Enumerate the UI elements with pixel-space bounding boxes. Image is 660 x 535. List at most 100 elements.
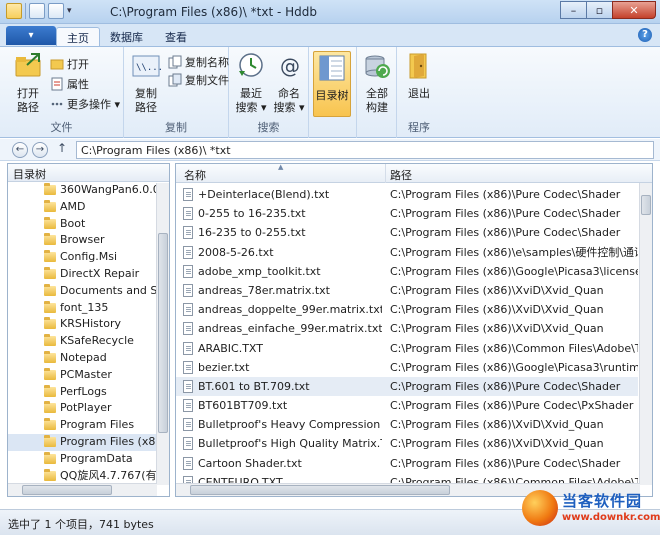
named-search-label: 命名 搜索 ▾	[273, 87, 305, 114]
list-scroll-thumb[interactable]	[641, 195, 651, 215]
help-icon[interactable]: ?	[638, 28, 652, 42]
file-row[interactable]: Bulletproof's Heavy Compression ... C:\Pr…	[176, 415, 638, 434]
tree-horizontal-scrollbar[interactable]	[8, 483, 157, 496]
tree-item[interactable]: KSafeRecycle	[8, 333, 169, 350]
watermark-name: 当客软件园	[562, 492, 643, 510]
tree-item[interactable]: PCMaster	[8, 367, 169, 384]
tree-item[interactable]: PerfLogs	[8, 384, 169, 401]
file-path: C:\Program Files (x86)\Common Files\Adob…	[390, 341, 638, 355]
tree-vertical-scrollbar[interactable]	[156, 183, 169, 485]
tree-item[interactable]: PotPlayer	[8, 400, 169, 417]
close-button[interactable]: ✕	[612, 1, 656, 19]
tab-home[interactable]: 主页	[56, 27, 100, 46]
file-row[interactable]: 0-255 to 16-235.txt C:\Program Files (x86…	[176, 204, 638, 223]
tree-item[interactable]: font_135	[8, 300, 169, 317]
copy-path-button[interactable]: \\... 复制 路径	[128, 51, 164, 115]
qat-folder-icon[interactable]	[29, 3, 45, 19]
file-row[interactable]: 16-235 to 0-255.txt C:\Program Files (x86…	[176, 223, 638, 242]
tree-hscroll-thumb[interactable]	[22, 485, 112, 495]
tree-item[interactable]: Program Files	[8, 417, 169, 434]
group-label-file: 文件	[50, 121, 73, 134]
address-input[interactable]: C:\Program Files (x86)\ *txt	[76, 141, 654, 159]
file-path: C:\Program Files (x86)\XviD\Xvid_Quan	[390, 283, 604, 297]
folder-icon	[44, 283, 56, 296]
recent-search-button[interactable]: 最近 搜索 ▾	[233, 51, 269, 115]
open-path-button[interactable]: 打开 路径	[10, 51, 46, 115]
tree-item[interactable]: Documents and Set	[8, 283, 169, 300]
tree-item-label: Notepad	[60, 350, 107, 364]
up-icon[interactable]: ↑	[57, 141, 67, 155]
folder-icon	[44, 350, 56, 363]
file-row[interactable]: 2008-5-26.txt C:\Program Files (x86)\e\sa…	[176, 243, 638, 262]
tree-item[interactable]: AMD	[8, 199, 169, 216]
qat-search-icon[interactable]	[48, 3, 64, 19]
tree-item-label: ProgramData	[60, 451, 133, 465]
folder-icon	[44, 250, 56, 263]
file-row[interactable]: ARABIC.TXT C:\Program Files (x86)\Common …	[176, 339, 638, 358]
named-search-button[interactable]: @ 命名 搜索 ▾	[271, 51, 307, 115]
minimize-button[interactable]: –	[560, 1, 586, 19]
maximize-button[interactable]: ▫	[586, 1, 612, 19]
file-row[interactable]: Cartoon Shader.txt C:\Program Files (x86)…	[176, 454, 638, 473]
file-row[interactable]: bezier.txt C:\Program Files (x86)\Google\…	[176, 358, 638, 377]
file-row[interactable]: adobe_xmp_toolkit.txt C:\Program Files (x…	[176, 262, 638, 281]
tree-item[interactable]: Browser	[8, 232, 169, 249]
tree-item[interactable]: Boot	[8, 216, 169, 233]
tree-item[interactable]: 360WangPan6.0.0.1	[8, 182, 169, 199]
column-name-header[interactable]: 名称	[184, 167, 206, 183]
tree-item-label: PCMaster	[60, 367, 112, 381]
text-file-icon	[183, 456, 193, 470]
file-name: ARABIC.TXT	[198, 341, 263, 355]
tree-item[interactable]: QQ旋风4.7.767(有资	[8, 468, 169, 485]
file-row[interactable]: +Deinterlace(Blend).txt C:\Program Files …	[176, 185, 638, 204]
file-name: BT601BT709.txt	[198, 399, 288, 413]
file-row[interactable]: BT.601 to BT.709.txt C:\Program Files (x8…	[176, 376, 638, 397]
tab-database[interactable]: 数据库	[100, 27, 153, 46]
properties-button[interactable]: 属性	[50, 75, 89, 93]
quick-access-toolbar: ▾	[6, 3, 72, 19]
qat-dropdown-icon[interactable]: ▾	[67, 3, 72, 19]
build-all-button[interactable]: 全部 构建	[359, 51, 395, 115]
more-actions-button[interactable]: 更多操作 ▾	[50, 95, 120, 113]
copy-path-label: 复制 路径	[135, 87, 157, 114]
back-icon[interactable]: ←	[12, 142, 28, 158]
file-row[interactable]: andreas_einfache_99er.matrix.txt C:\Progr…	[176, 319, 638, 338]
svg-text:\\...: \\...	[136, 63, 161, 73]
exit-button[interactable]: 退出	[401, 51, 437, 101]
tree-header: 目录树	[8, 164, 169, 182]
tree-item[interactable]: ProgramData	[8, 451, 169, 468]
file-row[interactable]: andreas_78er.matrix.txt C:\Program Files …	[176, 281, 638, 300]
list-hscroll-thumb[interactable]	[190, 485, 450, 495]
forward-icon[interactable]: →	[32, 142, 48, 158]
tree-item[interactable]: KRSHistory	[8, 316, 169, 333]
directory-tree-button[interactable]: 目录树	[313, 51, 351, 117]
tree-item[interactable]: Notepad	[8, 350, 169, 367]
open-button[interactable]: 打开	[50, 55, 89, 73]
list-vertical-scrollbar[interactable]	[639, 183, 652, 485]
open-icon	[50, 59, 64, 70]
more-icon	[51, 102, 63, 106]
file-name: BT.601 to BT.709.txt	[198, 379, 310, 393]
text-file-icon	[183, 341, 193, 355]
text-file-icon	[183, 207, 193, 221]
file-row[interactable]: Bulletproof's High Quality Matrix.TXT C:\…	[176, 434, 638, 453]
file-row[interactable]: BT601BT709.txt C:\Program Files (x86)\Pur…	[176, 396, 638, 415]
build-all-label: 全部 构建	[366, 87, 388, 114]
column-path-header[interactable]: 路径	[390, 167, 412, 183]
copy-file-label: 复制文件	[185, 74, 229, 87]
file-name: andreas_78er.matrix.txt	[198, 283, 330, 297]
file-menu-button[interactable]: ▾	[6, 26, 56, 45]
file-row[interactable]: andreas_doppelte_99er.matrix.txt C:\Progr…	[176, 300, 638, 319]
tree-item[interactable]: DirectX Repair	[8, 266, 169, 283]
qat-app-icon[interactable]	[6, 3, 22, 19]
tab-view[interactable]: 查看	[155, 27, 197, 46]
copy-file-button[interactable]: 复制文件	[168, 71, 229, 89]
tree-item[interactable]: Program Files (x86)	[8, 433, 169, 451]
tree-scroll-thumb[interactable]	[158, 233, 168, 433]
tree-item[interactable]: Config.Msi	[8, 249, 169, 266]
copy-name-button[interactable]: 复制名称	[168, 53, 229, 71]
group-label-copy: 复制	[165, 121, 187, 134]
column-divider[interactable]	[385, 164, 386, 183]
folder-icon	[44, 434, 56, 447]
named-search-icon: @	[280, 54, 300, 78]
